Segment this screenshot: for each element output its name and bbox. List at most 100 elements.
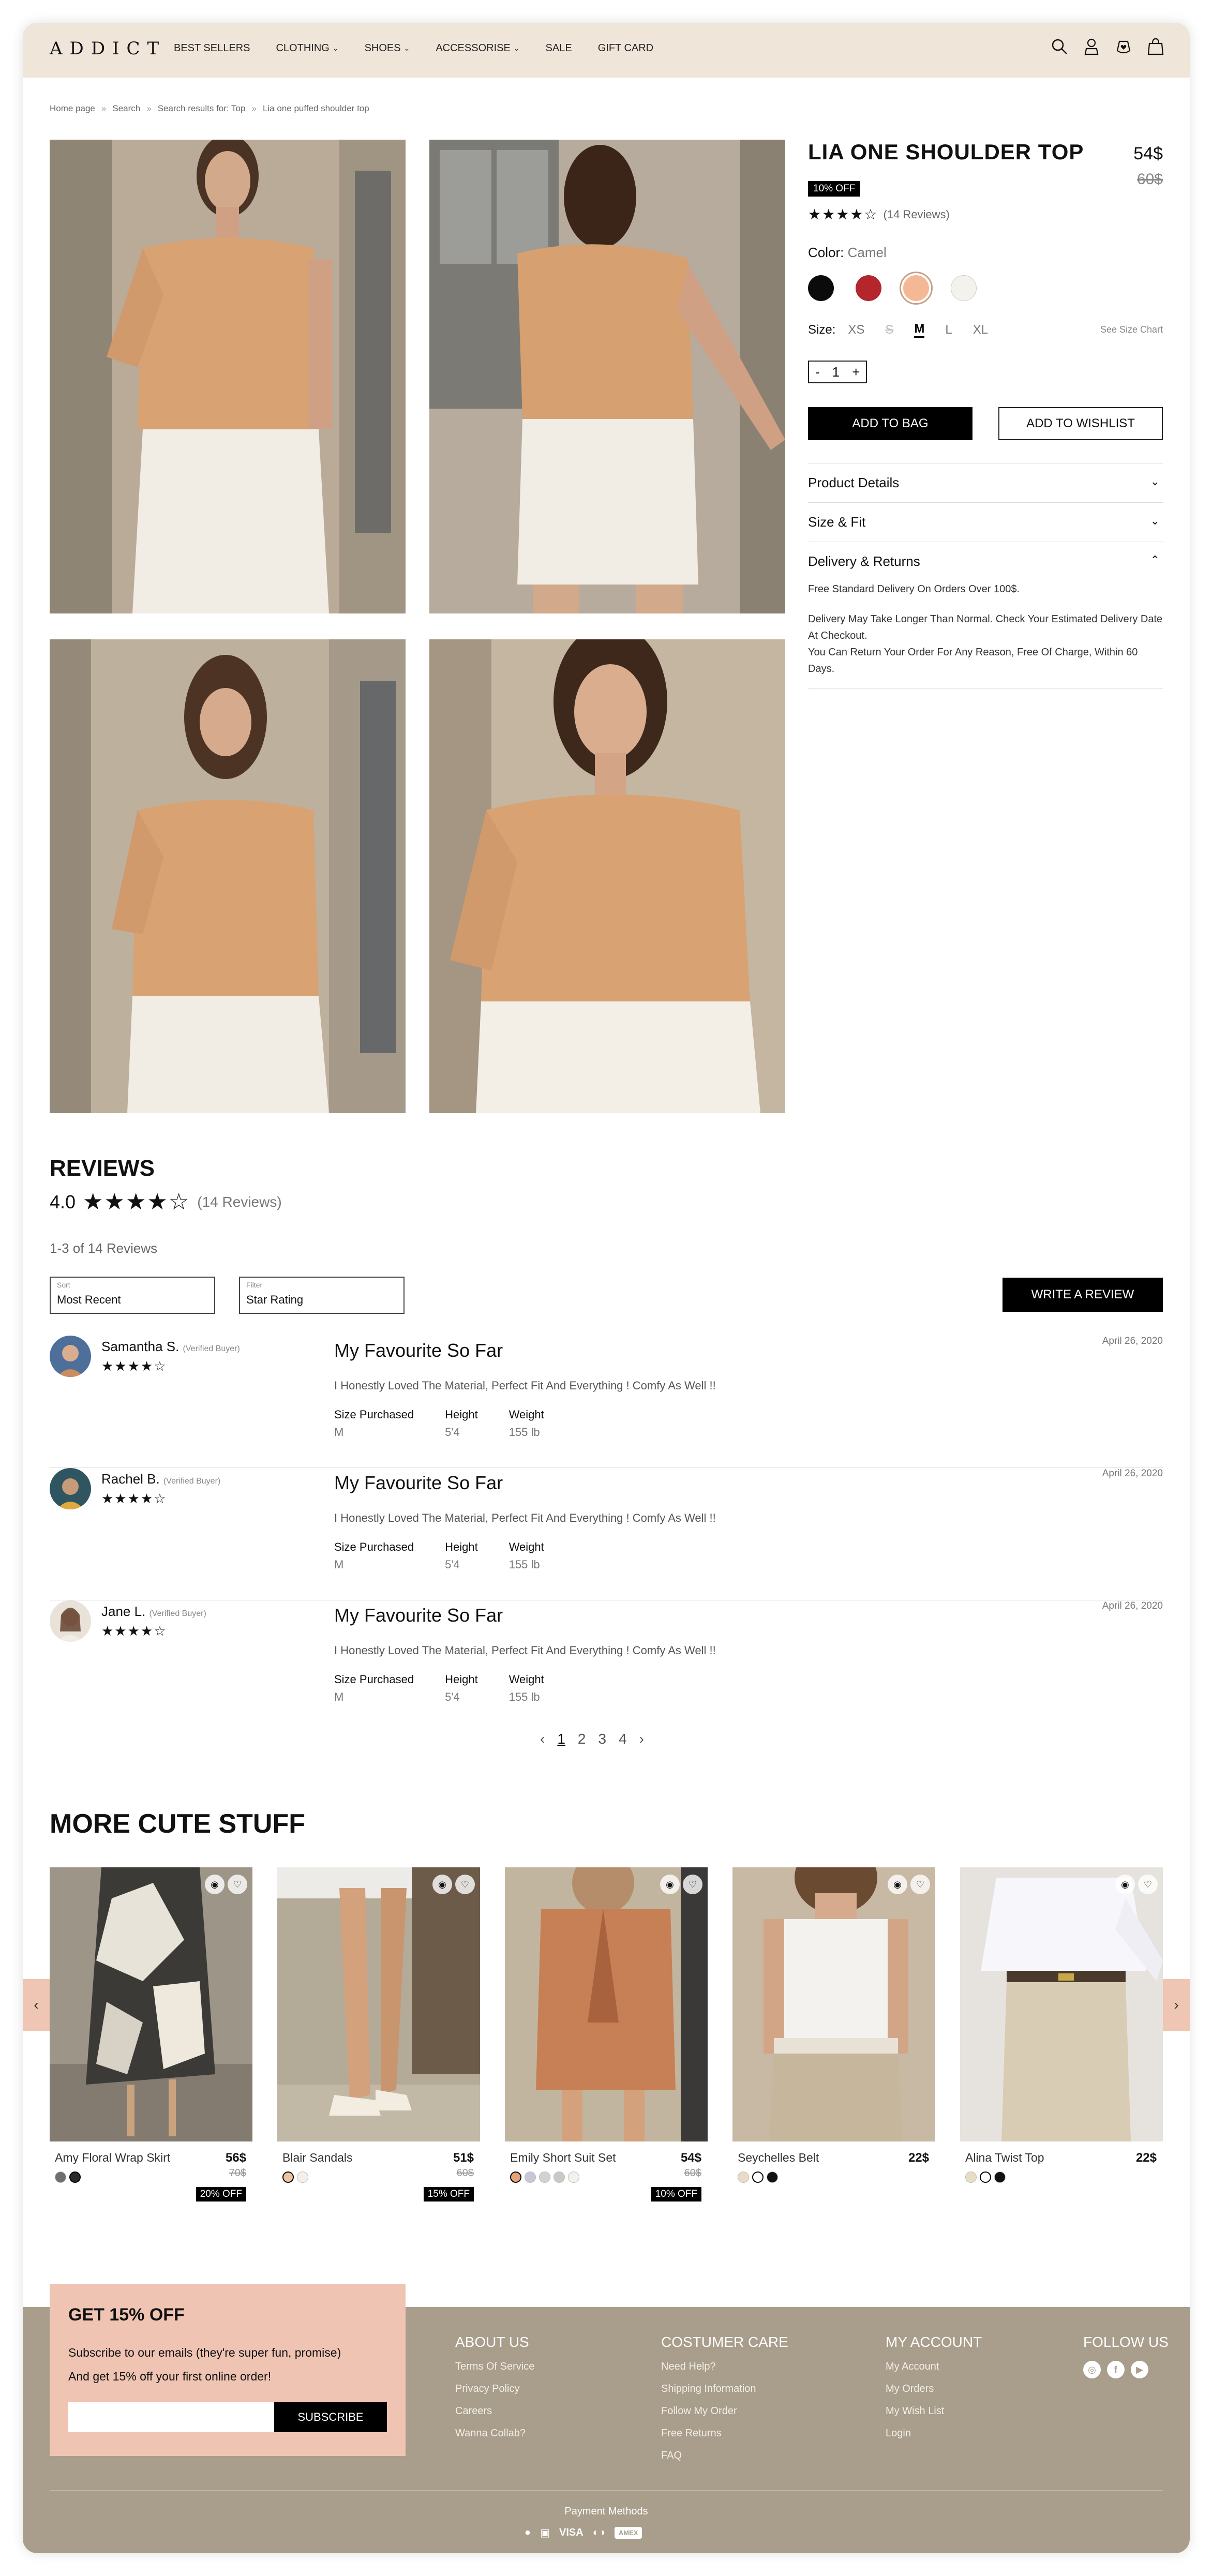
color-swatch-white[interactable]: [951, 275, 977, 301]
size-m[interactable]: M: [914, 322, 925, 338]
breadcrumb-results[interactable]: Search results for: Top: [158, 103, 246, 114]
bag-icon[interactable]: [1146, 37, 1165, 56]
subscribe-button[interactable]: SUBSCRIBE: [274, 2402, 387, 2432]
filter-select[interactable]: Filter Star Rating: [239, 1277, 405, 1314]
nav-gift-card[interactable]: GIFT CARD: [598, 42, 653, 54]
add-to-wishlist-button[interactable]: ADD TO WISHLIST: [998, 407, 1163, 440]
product-card-image[interactable]: ◉ ♡: [732, 1867, 935, 2141]
color-swatch-black[interactable]: [808, 275, 834, 301]
quick-view-icon[interactable]: ◉: [660, 1875, 680, 1894]
heart-icon[interactable]: ♡: [1138, 1875, 1158, 1894]
write-review-button[interactable]: WRITE A REVIEW: [1002, 1278, 1163, 1312]
footer-link[interactable]: My Orders: [886, 2383, 982, 2395]
product-card-name[interactable]: Amy Floral Wrap Skirt: [55, 2151, 170, 2165]
quick-view-icon[interactable]: ◉: [205, 1875, 225, 1894]
product-card[interactable]: ◉ ♡ Seychelles Belt 22$: [732, 1867, 935, 2183]
add-to-bag-button[interactable]: ADD TO BAG: [808, 407, 972, 440]
nav-best-sellers[interactable]: BEST SELLERS: [174, 42, 250, 54]
color-swatch[interactable]: [980, 2171, 991, 2183]
sort-select[interactable]: Sort Most Recent: [50, 1277, 215, 1314]
breadcrumb-home[interactable]: Home page: [50, 103, 95, 114]
qty-increase-button[interactable]: +: [846, 364, 866, 380]
product-card-image[interactable]: ◉ ♡: [505, 1867, 708, 2141]
color-swatch[interactable]: [297, 2171, 308, 2183]
color-swatch[interactable]: [510, 2171, 521, 2183]
color-swatch[interactable]: [69, 2171, 81, 2183]
size-xs[interactable]: XS: [848, 323, 864, 337]
heart-icon[interactable]: ♡: [683, 1875, 702, 1894]
qty-decrease-button[interactable]: -: [809, 364, 826, 380]
heart-icon[interactable]: ♡: [455, 1875, 475, 1894]
newsletter-email-input[interactable]: [68, 2402, 274, 2432]
carousel-next-button[interactable]: ›: [1163, 1979, 1190, 2031]
color-swatch[interactable]: [738, 2171, 749, 2183]
page-3[interactable]: 3: [598, 1731, 606, 1747]
product-image-side[interactable]: [50, 639, 406, 1113]
product-card-name[interactable]: Seychelles Belt: [738, 2151, 819, 2165]
color-swatch[interactable]: [767, 2171, 778, 2183]
youtube-icon[interactable]: ▶: [1131, 2361, 1148, 2378]
pagination-prev[interactable]: ‹: [540, 1731, 545, 1747]
product-card[interactable]: ◉ ♡ Amy Floral Wrap Skirt 56$ 70$ 20% OF…: [50, 1867, 252, 2201]
footer-link[interactable]: Follow My Order: [661, 2405, 788, 2417]
reviews-count-link[interactable]: (14 Reviews): [884, 208, 950, 221]
color-swatch[interactable]: [752, 2171, 764, 2183]
breadcrumb-search[interactable]: Search: [112, 103, 140, 114]
page-2[interactable]: 2: [578, 1731, 586, 1747]
color-swatch[interactable]: [994, 2171, 1006, 2183]
color-swatch[interactable]: [568, 2171, 579, 2183]
product-card-image[interactable]: ◉ ♡: [277, 1867, 480, 2141]
quick-view-icon[interactable]: ◉: [432, 1875, 452, 1894]
footer-link[interactable]: My Wish List: [886, 2405, 982, 2417]
nav-accessorise[interactable]: ACCESSORISE ⌄: [436, 42, 519, 54]
footer-link[interactable]: Careers: [455, 2405, 534, 2417]
qty-value[interactable]: 1: [826, 364, 846, 380]
instagram-icon[interactable]: ◎: [1083, 2361, 1101, 2378]
product-card-image[interactable]: ◉ ♡: [960, 1867, 1163, 2141]
quick-view-icon[interactable]: ◉: [888, 1875, 907, 1894]
product-card[interactable]: ◉ ♡ Alina Twist Top 22$: [960, 1867, 1163, 2183]
color-swatch[interactable]: [965, 2171, 977, 2183]
page-1[interactable]: 1: [557, 1731, 565, 1747]
color-swatch[interactable]: [282, 2171, 294, 2183]
color-swatch-red[interactable]: [856, 275, 881, 301]
heart-icon[interactable]: ♡: [910, 1875, 930, 1894]
color-swatch[interactable]: [553, 2171, 565, 2183]
accordion-delivery-returns[interactable]: Delivery & Returns ⌃ Free Standard Deliv…: [808, 542, 1163, 689]
footer-link[interactable]: Login: [886, 2428, 982, 2439]
color-swatch[interactable]: [539, 2171, 550, 2183]
size-l[interactable]: L: [945, 323, 952, 337]
size-chart-link[interactable]: See Size Chart: [1100, 324, 1163, 335]
pagination-next[interactable]: ›: [639, 1731, 644, 1747]
color-swatch[interactable]: [55, 2171, 66, 2183]
product-card[interactable]: ◉ ♡ Emily Short Suit Set 54$ 60$ 10% OFF: [505, 1867, 708, 2201]
quick-view-icon[interactable]: ◉: [1115, 1875, 1135, 1894]
footer-link[interactable]: Wanna Collab?: [455, 2428, 534, 2439]
accordion-size-fit[interactable]: Size & Fit ⌄: [808, 503, 1163, 542]
facebook-icon[interactable]: f: [1107, 2361, 1125, 2378]
accordion-product-details[interactable]: Product Details ⌄: [808, 463, 1163, 503]
nav-shoes[interactable]: SHOES ⌄: [365, 42, 410, 54]
product-card[interactable]: ◉ ♡ Blair Sandals 51$ 60$ 15% OFF: [277, 1867, 480, 2201]
footer-link[interactable]: Free Returns: [661, 2428, 788, 2439]
page-4[interactable]: 4: [619, 1731, 627, 1747]
footer-link[interactable]: Need Help?: [661, 2361, 788, 2373]
footer-link[interactable]: My Account: [886, 2361, 982, 2373]
user-icon[interactable]: [1082, 37, 1101, 56]
carousel-prev-button[interactable]: ‹: [23, 1979, 50, 2031]
product-rating[interactable]: ★★★★☆ (14 Reviews): [808, 206, 1163, 223]
product-image-back[interactable]: [429, 140, 785, 613]
heart-icon[interactable]: ♡: [228, 1875, 247, 1894]
search-icon[interactable]: [1050, 37, 1069, 56]
size-xl[interactable]: XL: [973, 323, 988, 337]
product-image-front[interactable]: [50, 140, 406, 613]
product-image-closeup[interactable]: [429, 639, 785, 1113]
product-card-name[interactable]: Emily Short Suit Set: [510, 2151, 616, 2165]
nav-sale[interactable]: SALE: [546, 42, 572, 54]
brand-logo[interactable]: ADDICT: [50, 38, 166, 59]
product-card-name[interactable]: Alina Twist Top: [965, 2151, 1044, 2165]
wishlist-icon[interactable]: [1114, 37, 1133, 56]
footer-link[interactable]: FAQ: [661, 2450, 788, 2462]
footer-link[interactable]: Terms Of Service: [455, 2361, 534, 2373]
color-swatch[interactable]: [525, 2171, 536, 2183]
